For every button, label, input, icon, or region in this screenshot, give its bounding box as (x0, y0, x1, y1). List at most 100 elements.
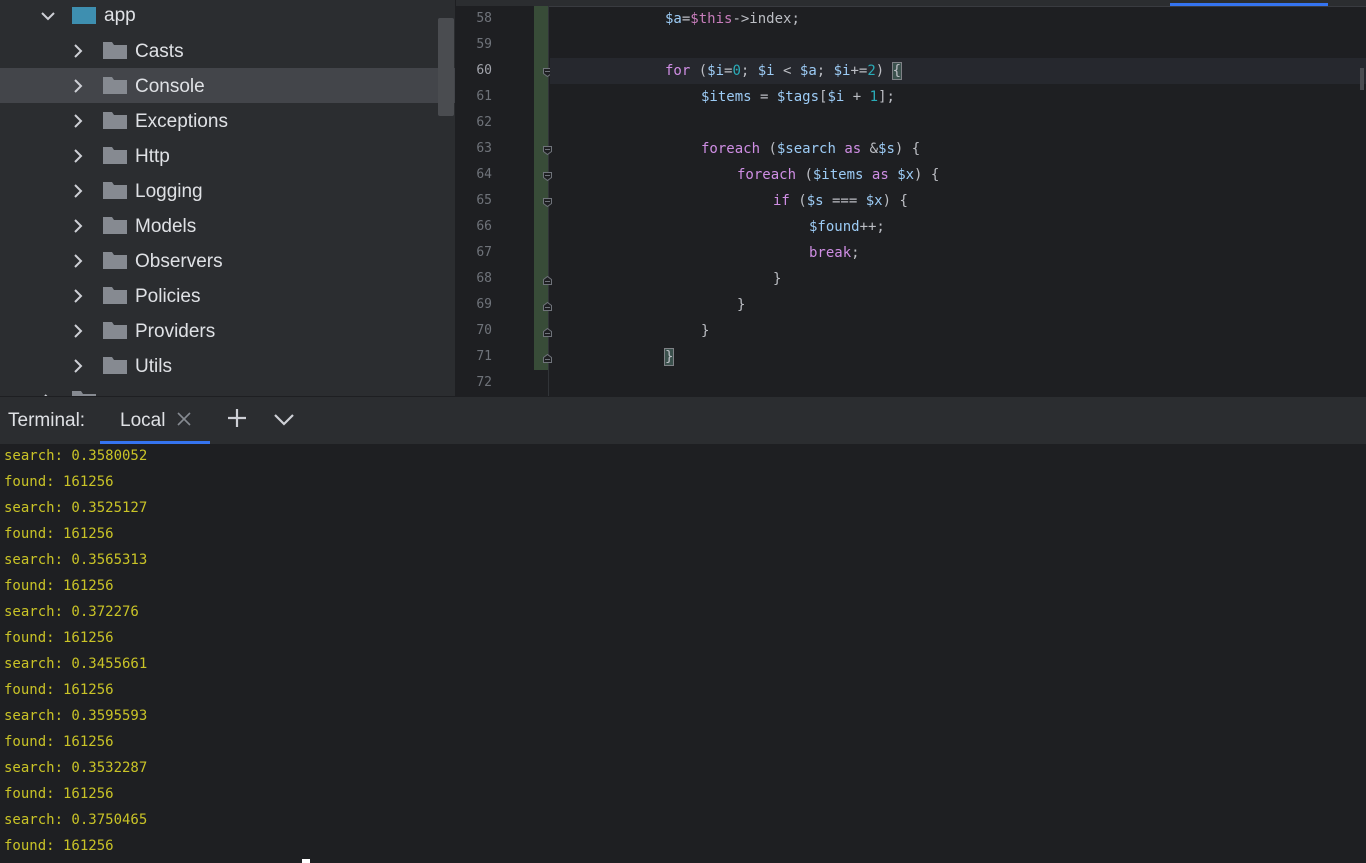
code-line[interactable]: } (550, 344, 1366, 370)
tree-row-policies[interactable]: Policies (0, 278, 455, 313)
chevron-right-icon[interactable] (68, 111, 88, 131)
code-line[interactable]: if ($s === $x) { (550, 188, 1366, 214)
line-number: 67 (476, 245, 492, 260)
line-number-current: 60 (476, 63, 492, 78)
tree-row-console[interactable]: Console (0, 68, 455, 103)
code-line[interactable] (550, 370, 1366, 396)
folder-icon (103, 182, 127, 199)
tree-scrollbar[interactable] (438, 18, 454, 116)
terminal-tab-local[interactable]: Local (100, 397, 210, 444)
terminal-output[interactable]: search: 0.3580052 found: 161256 search: … (0, 444, 1366, 863)
chevron-right-icon[interactable] (68, 286, 88, 306)
tree-label-console: Console (135, 76, 205, 97)
tree-row-utils[interactable]: Utils (0, 348, 455, 383)
tree-label-utils: Utils (135, 356, 172, 377)
code-line[interactable]: } (550, 266, 1366, 292)
line-number: 64 (476, 167, 492, 182)
tree-label-exceptions: Exceptions (135, 111, 228, 132)
chevron-right-icon[interactable] (68, 321, 88, 341)
tree-label-models: Models (135, 216, 197, 237)
folder-icon (103, 112, 127, 129)
chevron-right-icon[interactable] (68, 181, 88, 201)
tree-row-providers[interactable]: Providers (0, 313, 455, 348)
chevron-down-icon[interactable] (38, 6, 58, 26)
line-number: 59 (476, 37, 492, 52)
line-number: 62 (476, 115, 492, 130)
terminal-line: search: 0.3455661 (4, 656, 148, 672)
mouse-cursor (302, 859, 310, 863)
terminal-line: search: 0.3595593 (4, 708, 148, 724)
chevron-right-icon[interactable] (68, 41, 88, 61)
code-line[interactable]: } (550, 318, 1366, 344)
tree-row-exceptions[interactable]: Exceptions (0, 103, 455, 138)
tree-label-http: Http (135, 146, 170, 167)
project-tree: app Casts Console Exceptions Http Loggin… (0, 0, 455, 396)
code-line[interactable]: foreach ($items as $x) { (550, 162, 1366, 188)
code-line[interactable]: } (550, 292, 1366, 318)
chevron-right-icon[interactable] (68, 76, 88, 96)
terminal-line: found: 161256 (4, 682, 114, 698)
tree-label-casts: Casts (135, 41, 184, 62)
code-area[interactable]: $a=$this->index; for ($i=0; $i < $a; $i+… (550, 6, 1366, 396)
tree-row-observers[interactable]: Observers (0, 243, 455, 278)
terminal-title: Terminal: (8, 410, 86, 431)
line-number: 71 (476, 349, 492, 364)
line-number: 68 (476, 271, 492, 286)
chevron-right-icon[interactable] (68, 251, 88, 271)
code-line-current[interactable]: for ($i=0; $i < $a; $i+=2) { (550, 58, 1366, 84)
code-line[interactable]: foreach ($search as &$s) { (550, 136, 1366, 162)
line-number: 58 (476, 11, 492, 26)
close-icon[interactable] (176, 411, 192, 427)
chevron-right-icon[interactable] (68, 146, 88, 166)
line-number: 63 (476, 141, 492, 156)
editor-scrollbar[interactable] (1360, 6, 1366, 396)
chevron-down-icon[interactable] (273, 408, 295, 430)
tree-label-providers: Providers (135, 321, 216, 342)
tree-label-observers: Observers (135, 251, 223, 272)
code-editor[interactable]: 58 59 60 61 62 63 64 65 66 67 68 69 70 7… (456, 0, 1366, 396)
terminal-line: found: 161256 (4, 786, 114, 802)
line-number: 70 (476, 323, 492, 338)
terminal-tab-label: Local (120, 410, 166, 431)
code-line[interactable]: $items = $tags[$i + 1]; (550, 84, 1366, 110)
module-folder-icon (72, 7, 96, 24)
folder-icon (103, 252, 127, 269)
terminal-line: search: 0.3525127 (4, 500, 148, 516)
code-line[interactable] (550, 32, 1366, 58)
terminal-line: search: 0.3565313 (4, 552, 148, 568)
line-number: 61 (476, 89, 492, 104)
line-number: 66 (476, 219, 492, 234)
code-line[interactable]: break; (550, 240, 1366, 266)
folder-icon (103, 357, 127, 374)
chevron-right-icon[interactable] (68, 356, 88, 376)
terminal-line: search: 0.372276 (4, 604, 139, 620)
tree-row-logging[interactable]: Logging (0, 173, 455, 208)
terminal-line: found: 161256 (4, 578, 114, 594)
terminal-line: search: 0.3532287 (4, 760, 148, 776)
code-line[interactable] (550, 110, 1366, 136)
tree-row-casts[interactable]: Casts (0, 33, 455, 68)
scrollbar-thumb[interactable] (1360, 68, 1364, 90)
tree-row-partial[interactable] (0, 383, 455, 396)
folder-icon (103, 217, 127, 234)
tree-row-models[interactable]: Models (0, 208, 455, 243)
terminal-line: found: 161256 (4, 474, 114, 490)
line-number: 69 (476, 297, 492, 312)
plus-icon[interactable] (226, 407, 248, 429)
line-number: 72 (476, 375, 492, 390)
code-line[interactable]: $found++; (550, 214, 1366, 240)
terminal-line: found: 161256 (4, 734, 114, 750)
line-number: 65 (476, 193, 492, 208)
folder-icon (103, 287, 127, 304)
tree-row-http[interactable]: Http (0, 138, 455, 173)
folder-icon (103, 77, 127, 94)
tree-row-app[interactable]: app (0, 0, 455, 34)
vcs-change-marker[interactable] (534, 6, 548, 370)
folder-icon (103, 147, 127, 164)
tree-label-app: app (104, 5, 136, 26)
terminal-toolbar: Terminal: Local (0, 396, 1366, 445)
chevron-right-icon[interactable] (68, 216, 88, 236)
terminal-line: found: 161256 (4, 838, 114, 854)
code-line[interactable]: $a=$this->index; (550, 6, 1366, 32)
terminal-line: found: 161256 (4, 630, 114, 646)
